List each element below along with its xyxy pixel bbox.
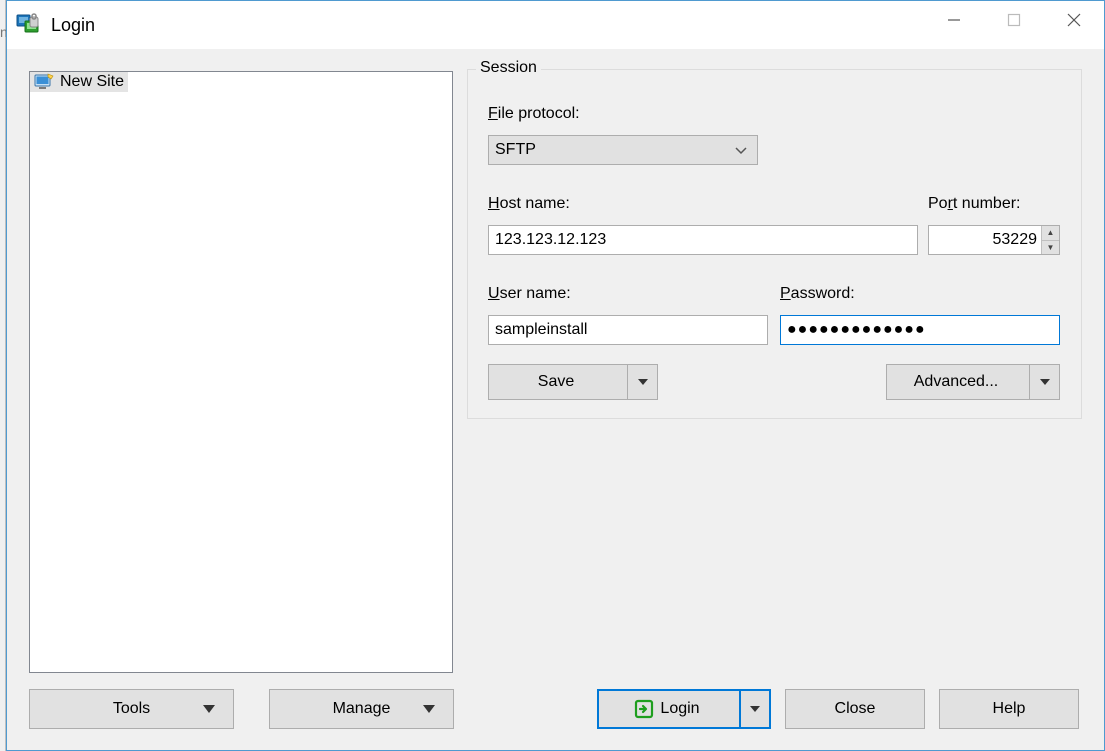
triangle-down-icon — [1040, 379, 1050, 385]
port-spinner-down[interactable]: ▼ — [1042, 240, 1059, 255]
login-dialog-window: Login — [6, 0, 1105, 751]
user-name-input[interactable] — [488, 315, 768, 345]
triangle-down-icon — [423, 705, 435, 713]
port-number-label: Port number: — [928, 195, 1021, 213]
triangle-down-icon — [750, 706, 760, 712]
password-label: Password: — [780, 285, 855, 303]
site-item-new-site[interactable]: New Site — [30, 72, 128, 92]
chevron-down-icon — [735, 144, 747, 162]
file-protocol-value: SFTP — [495, 141, 536, 159]
session-group: Session File protocol: SFTP Host name: P… — [467, 69, 1082, 419]
close-window-button[interactable] — [1044, 1, 1104, 39]
advanced-button-dropdown[interactable] — [1029, 365, 1059, 399]
maximize-button[interactable] — [984, 1, 1044, 39]
triangle-down-icon — [203, 705, 215, 713]
minimize-button[interactable] — [924, 1, 984, 39]
titlebar: Login — [7, 1, 1104, 49]
password-input[interactable] — [780, 315, 1060, 345]
host-name-input[interactable] — [488, 225, 918, 255]
session-legend: Session — [476, 59, 541, 77]
save-button-dropdown[interactable] — [627, 365, 657, 399]
login-button[interactable]: Login — [597, 689, 771, 729]
advanced-button[interactable]: Advanced... — [886, 364, 1060, 400]
file-protocol-select[interactable]: SFTP — [488, 135, 758, 165]
user-name-label: User name: — [488, 285, 571, 303]
help-button[interactable]: Help — [939, 689, 1079, 729]
login-icon — [634, 699, 654, 719]
app-icon — [15, 11, 43, 39]
client-area: New Site Session File protocol: SFTP Hos… — [7, 49, 1104, 750]
file-protocol-label: File protocol: — [488, 105, 580, 123]
login-button-dropdown[interactable] — [739, 691, 769, 727]
tools-button[interactable]: Tools — [29, 689, 234, 729]
save-button-main[interactable]: Save — [489, 365, 623, 399]
port-spinner: ▲ ▼ — [1041, 226, 1059, 254]
host-name-label: Host name: — [488, 195, 570, 213]
triangle-down-icon — [638, 379, 648, 385]
site-item-label: New Site — [60, 73, 124, 91]
computer-icon — [34, 73, 54, 91]
manage-button[interactable]: Manage — [269, 689, 454, 729]
save-button[interactable]: Save — [488, 364, 658, 400]
window-title: Login — [51, 15, 95, 36]
sites-list[interactable]: New Site — [29, 71, 453, 673]
close-button[interactable]: Close — [785, 689, 925, 729]
login-button-main[interactable]: Login — [599, 691, 735, 727]
advanced-button-main[interactable]: Advanced... — [887, 365, 1025, 399]
port-spinner-up[interactable]: ▲ — [1042, 226, 1059, 240]
